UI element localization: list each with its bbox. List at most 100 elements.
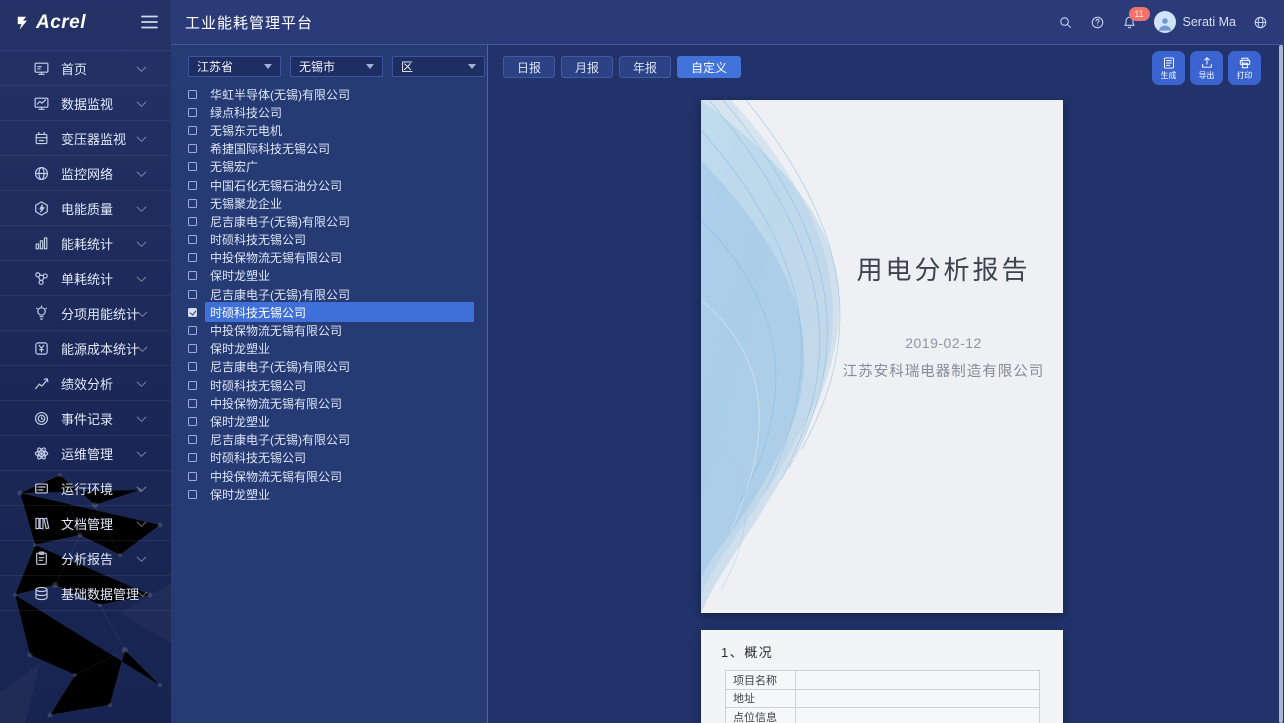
company-row[interactable]: 保时龙塑业 — [188, 412, 474, 430]
company-checkbox[interactable] — [188, 144, 197, 153]
sidebar-item-label: 分项用能统计 — [61, 304, 139, 323]
company-row[interactable]: 中国石化无锡石油分公司 — [188, 176, 474, 194]
company-checkbox[interactable] — [188, 381, 197, 390]
sidebar-item[interactable]: 单耗统计 — [0, 261, 171, 296]
company-row[interactable]: 保时龙塑业 — [188, 340, 474, 358]
company-checkbox[interactable] — [188, 162, 197, 171]
chevron-down-icon — [138, 307, 148, 317]
table-row-value — [796, 690, 1039, 708]
company-checkbox[interactable] — [188, 362, 197, 371]
report-period-tab[interactable]: 月报 — [561, 56, 613, 78]
user-name: Serati Ma — [1183, 15, 1237, 29]
table-row: 地址 — [726, 690, 1039, 709]
company-row[interactable]: 中投保物流无锡有限公司 — [188, 321, 474, 339]
company-row[interactable]: 保时龙塑业 — [188, 267, 474, 285]
account-menu[interactable]: Serati Ma — [1154, 11, 1237, 33]
company-row[interactable]: 尼吉康电子(无锡)有限公司 — [188, 358, 474, 376]
company-row[interactable]: 希捷国际科技无锡公司 — [188, 140, 474, 158]
sidebar-item[interactable]: 事件记录 — [0, 401, 171, 436]
city-select[interactable]: 无锡市 — [290, 56, 383, 77]
help-icon[interactable] — [1090, 15, 1105, 30]
sidebar-item[interactable]: 能耗统计 — [0, 226, 171, 261]
sidebar-item[interactable]: 运维管理 — [0, 436, 171, 471]
sidebar-item[interactable]: 监控网络 — [0, 156, 171, 191]
company-checkbox[interactable] — [188, 253, 197, 262]
report-title: 用电分析报告 — [835, 250, 1052, 287]
company-row[interactable]: 时硕科技无锡公司 — [188, 231, 474, 249]
table-row-value — [796, 708, 1039, 723]
sidebar-item[interactable]: 基础数据管理 — [0, 576, 171, 611]
company-row[interactable]: 尼吉康电子(无锡)有限公司 — [188, 285, 474, 303]
district-select-value: 区 — [401, 58, 468, 75]
search-icon[interactable] — [1058, 15, 1073, 30]
action-button[interactable]: 打印 — [1228, 51, 1261, 85]
company-row[interactable]: 中投保物流无锡有限公司 — [188, 249, 474, 267]
generate-icon — [1162, 56, 1176, 70]
company-checkbox[interactable] — [188, 399, 197, 408]
company-checkbox[interactable] — [188, 453, 197, 462]
company-row[interactable]: 无锡东元电机 — [188, 121, 474, 139]
company-row[interactable]: 时硕科技无锡公司 — [188, 449, 474, 467]
company-checkbox[interactable] — [188, 417, 197, 426]
company-checkbox[interactable] — [188, 326, 197, 335]
chevron-down-icon — [137, 167, 147, 177]
company-checkbox[interactable] — [188, 108, 197, 117]
company-checkbox[interactable] — [188, 199, 197, 208]
sidebar-item[interactable]: 绩效分析 — [0, 366, 171, 401]
sidebar-item[interactable]: 电能质量 — [0, 191, 171, 226]
sidebar-item[interactable]: 数据监视 — [0, 86, 171, 121]
sidebar-item-label: 分析报告 — [61, 549, 113, 568]
company-checkbox[interactable] — [188, 308, 197, 317]
print-icon — [1238, 56, 1252, 70]
notification-badge: 11 — [1129, 7, 1150, 21]
company-row[interactable]: 中投保物流无锡有限公司 — [188, 394, 474, 412]
scrollbar[interactable] — [1279, 45, 1283, 723]
company-row[interactable]: 中投保物流无锡有限公司 — [188, 467, 474, 485]
sidebar-item[interactable]: 变压器监视 — [0, 121, 171, 156]
report-period-tab[interactable]: 日报 — [503, 56, 555, 78]
province-select[interactable]: 江苏省 — [188, 56, 281, 77]
company-checkbox[interactable] — [188, 126, 197, 135]
sidebar-item[interactable]: 分项用能统计 — [0, 296, 171, 331]
company-checkbox[interactable] — [188, 344, 197, 353]
company-row[interactable]: 保时龙塑业 — [188, 485, 474, 503]
company-row[interactable]: 尼吉康电子(无锡)有限公司 — [188, 212, 474, 230]
report-period-tab[interactable]: 年报 — [619, 56, 671, 78]
chevron-down-icon — [137, 517, 147, 527]
sidebar-item[interactable]: 能源成本统计 — [0, 331, 171, 366]
company-checkbox[interactable] — [188, 435, 197, 444]
company-row[interactable]: 尼吉康电子(无锡)有限公司 — [188, 431, 474, 449]
company-row[interactable]: 无锡宏广 — [188, 158, 474, 176]
sidebar-item-label: 事件记录 — [61, 409, 113, 428]
notifications-button[interactable]: 11 — [1122, 15, 1137, 30]
action-button[interactable]: 导出 — [1190, 51, 1223, 85]
company-checkbox[interactable] — [188, 90, 197, 99]
sidebar-item-label: 数据监视 — [61, 94, 113, 113]
company-name: 时硕科技无锡公司 — [205, 302, 474, 322]
sidebar-item[interactable]: 运行环境 — [0, 471, 171, 506]
company-checkbox[interactable] — [188, 490, 197, 499]
menu-icon[interactable] — [140, 14, 159, 30]
company-row[interactable]: 绿点科技公司 — [188, 103, 474, 121]
company-row[interactable]: 时硕科技无锡公司 — [188, 303, 474, 321]
action-button-label: 生成 — [1161, 72, 1177, 80]
company-row[interactable]: 华虹半导体(无锡)有限公司 — [188, 85, 474, 103]
company-name: 无锡聚龙企业 — [205, 193, 474, 213]
company-row[interactable]: 时硕科技无锡公司 — [188, 376, 474, 394]
chevron-down-icon — [138, 342, 148, 352]
language-icon[interactable] — [1253, 15, 1268, 30]
company-row[interactable]: 无锡聚龙企业 — [188, 194, 474, 212]
action-button[interactable]: 生成 — [1152, 51, 1185, 85]
company-checkbox[interactable] — [188, 217, 197, 226]
sidebar-header: Acrel — [0, 0, 171, 45]
district-select[interactable]: 区 — [392, 56, 485, 77]
sidebar-item[interactable]: 分析报告 — [0, 541, 171, 576]
sidebar-item[interactable]: 文档管理 — [0, 506, 171, 541]
company-checkbox[interactable] — [188, 181, 197, 190]
company-checkbox[interactable] — [188, 290, 197, 299]
company-checkbox[interactable] — [188, 472, 197, 481]
sidebar-item[interactable]: 首页 — [0, 51, 171, 86]
report-period-tab[interactable]: 自定义 — [677, 56, 741, 78]
company-checkbox[interactable] — [188, 271, 197, 280]
company-checkbox[interactable] — [188, 235, 197, 244]
